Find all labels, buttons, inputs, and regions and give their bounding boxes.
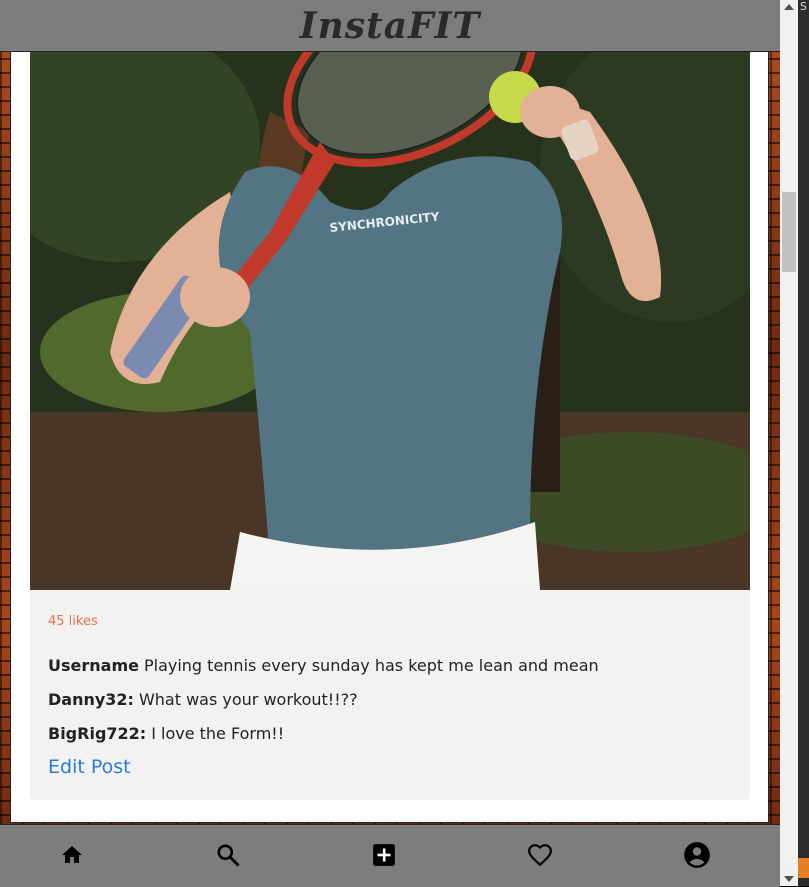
home-icon [62, 846, 82, 863]
caption-text: Playing tennis every sunday has kept me … [143, 656, 599, 675]
post-caption: Username Playing tennis every sunday has … [48, 656, 599, 675]
comment: BigRig722: I love the Form!! [48, 724, 284, 743]
comment-text: I love the Form!! [151, 724, 285, 743]
nav-favorites-button[interactable] [525, 840, 555, 870]
likes-count[interactable]: 45 likes [48, 614, 98, 629]
comment-text: What was your workout!!?? [138, 690, 358, 709]
comment-username[interactable]: Danny32: [48, 690, 134, 709]
nav-add-post-button[interactable] [369, 840, 399, 870]
nav-account-button[interactable] [682, 840, 712, 870]
scroll-down-arrow[interactable] [784, 876, 794, 882]
scrollbar-track[interactable] [780, 0, 798, 886]
app-header: InstaFIT [0, 0, 780, 52]
scrollbar-thumb[interactable] [782, 192, 796, 272]
app-logo[interactable]: InstaFIT [300, 5, 480, 47]
edge-tab [798, 858, 809, 878]
heart-icon [528, 844, 552, 867]
nav-search-button[interactable] [213, 840, 243, 870]
scroll-up-arrow[interactable] [784, 4, 794, 10]
feed-container: SYNCHRONICITY 45 likes Username Playing … [10, 52, 769, 823]
comment-username[interactable]: BigRig722: [48, 724, 146, 743]
post-photo[interactable]: SYNCHRONICITY [30, 52, 750, 590]
browser-scrollbar-area: S [780, 0, 809, 886]
account-icon [684, 842, 710, 868]
comment: Danny32: What was your workout!!?? [48, 690, 358, 709]
edge-text: S [800, 0, 807, 13]
tennis-player-illustration: SYNCHRONICITY [30, 52, 750, 590]
edit-post-link[interactable]: Edit Post [48, 756, 131, 778]
nav-home-button[interactable] [57, 840, 87, 870]
post-card: SYNCHRONICITY 45 likes Username Playing … [30, 52, 750, 800]
bottom-nav [0, 824, 780, 887]
search-icon [217, 844, 240, 867]
caption-username[interactable]: Username [48, 656, 139, 675]
add-box-icon [373, 844, 395, 866]
